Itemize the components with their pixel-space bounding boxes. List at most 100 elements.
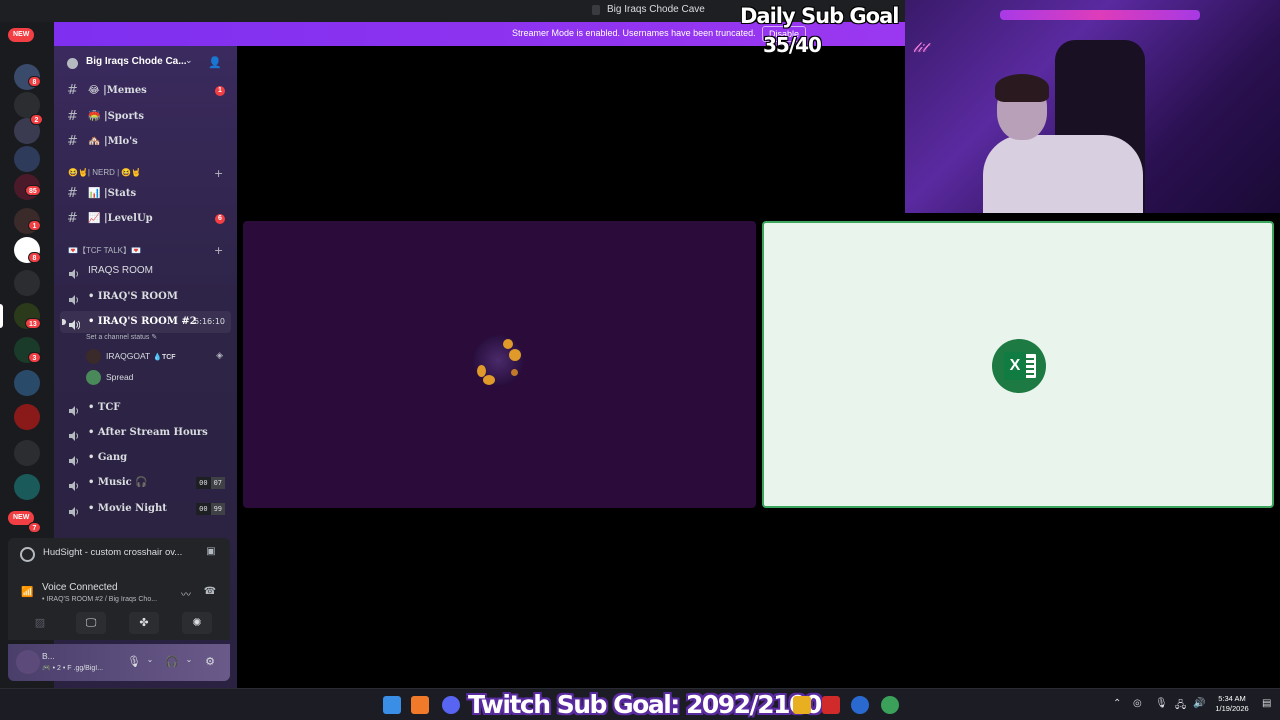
live-stream-icon: ◈: [216, 351, 223, 361]
activity-panel[interactable]: HudSight - custom crosshair ov... ▣: [8, 538, 230, 574]
microphone-icon[interactable]: 🎙: [126, 655, 142, 671]
avatar: [86, 349, 101, 364]
activity-name: HudSight - custom crosshair ov...: [43, 547, 183, 558]
activity-stream-icon[interactable]: ▣: [204, 546, 218, 560]
channel-emoji: 📈: [88, 213, 101, 224]
chevron-down-icon[interactable]: ⌄: [185, 56, 193, 66]
signal-icon[interactable]: 📶: [21, 587, 33, 598]
add-member-icon[interactable]: 👤: [208, 56, 222, 70]
discord-icon[interactable]: [442, 696, 460, 714]
voice-channel-iraqs-room[interactable]: IRAQS ROOM: [60, 260, 231, 282]
active-channel-indicator: [62, 319, 66, 325]
folder-icon[interactable]: [14, 440, 40, 466]
screen-share-tile[interactable]: X: [762, 221, 1274, 508]
server-mention-badge: 85: [25, 185, 41, 196]
chrome-icon[interactable]: [881, 696, 899, 714]
voice-username: IRAQGOAT 💧TCF: [106, 351, 176, 361]
channel-sports[interactable]: # 🏟️ |Sports: [60, 106, 231, 128]
server-mention-badge: 8: [28, 76, 41, 87]
guild-icon: [67, 58, 78, 69]
tray-mic-icon[interactable]: 🎙: [1155, 698, 1168, 709]
webcam-overlay: 𝓁𝒾𝓉: [905, 0, 1280, 213]
avatar-decoration: [511, 369, 518, 376]
guild-header[interactable]: Big Iraqs Chode Ca... ⌄ 👤: [54, 46, 237, 80]
active-server-indicator: [0, 304, 3, 328]
excel-icon: X: [992, 339, 1046, 393]
server-icon[interactable]: [14, 404, 40, 430]
text-channel-icon: #: [67, 109, 78, 124]
voice-status[interactable]: Voice Connected: [42, 582, 118, 593]
settings-gear-icon[interactable]: ⚙: [202, 655, 218, 671]
screen-share-icon[interactable]: 🖵: [76, 612, 106, 634]
server-icon[interactable]: [14, 270, 40, 296]
category-tcf-talk[interactable]: 💌【TCF TALK】💌: [68, 245, 141, 259]
voice-user[interactable]: IRAQGOAT 💧TCF ◈: [84, 348, 229, 366]
channel-stats[interactable]: # 📊 |Stats: [60, 183, 231, 205]
category-nerd[interactable]: 😆🤘| NERD | 😆🤘: [68, 168, 141, 182]
channel-label: • TCF: [88, 402, 121, 413]
user-avatar[interactable]: [16, 650, 40, 674]
participant-tile[interactable]: [243, 221, 756, 508]
volume-icon[interactable]: 🔊: [1193, 698, 1205, 709]
tray-overflow-icon[interactable]: ⌃: [1113, 698, 1121, 709]
camera-off-icon[interactable]: ▨: [25, 612, 55, 634]
chevron-down-icon[interactable]: ⌄: [181, 655, 197, 671]
server-icon[interactable]: [14, 370, 40, 396]
channel-label: • After Stream Hours: [88, 427, 208, 438]
speaker-icon: [68, 402, 80, 416]
notifications-icon[interactable]: ▤: [1262, 698, 1271, 709]
channel-label: • IRAQ'S ROOM #2: [88, 316, 197, 327]
voice-channel-tcf[interactable]: • TCF: [60, 397, 231, 419]
channel-mlos[interactable]: # 🏘️ |Mlo's: [60, 131, 231, 153]
app-icon[interactable]: [851, 696, 869, 714]
windows-start-icon[interactable]: [383, 696, 401, 714]
add-channel-icon[interactable]: +: [214, 167, 223, 180]
channel-label: |Mlo's: [103, 136, 138, 147]
user-count-limit: 99: [210, 503, 225, 515]
add-channel-icon[interactable]: +: [214, 244, 223, 257]
channel-label: |Memes: [103, 85, 147, 96]
soundboard-icon[interactable]: ✺: [182, 612, 212, 634]
activities-icon[interactable]: ✤: [129, 612, 159, 634]
channel-emoji: 🏟️: [88, 111, 101, 122]
network-icon[interactable]: 🖧: [1175, 698, 1186, 715]
channel-label: • Movie Night: [88, 503, 167, 514]
twitch-sub-goal: Twitch Sub Goal: 2092/2100: [468, 690, 822, 719]
voice-channel-music[interactable]: • Music 🎧 00 07: [60, 472, 231, 494]
voice-location[interactable]: • IRAQ'S ROOM #2 / Big Iraqs Cho...: [42, 596, 157, 603]
channel-name: 😂 |Memes: [88, 85, 147, 96]
tray-app-icon[interactable]: ◎: [1133, 698, 1142, 709]
channel-memes[interactable]: # 😂 |Memes 1: [60, 80, 231, 102]
chevron-down-icon[interactable]: ⌄: [142, 655, 158, 671]
voice-user[interactable]: Spread: [84, 369, 229, 387]
channel-label: |Sports: [103, 111, 144, 122]
app-icon[interactable]: [411, 696, 429, 714]
voice-channel-iraqs-room-2[interactable]: • IRAQ'S ROOM #2 5:16:10: [60, 311, 231, 333]
channel-status[interactable]: Set a channel status ✎: [86, 333, 157, 341]
voice-channel-after-stream[interactable]: • After Stream Hours: [60, 422, 231, 444]
voice-connection-panel: 📶 Voice Connected • IRAQ'S ROOM #2 / Big…: [8, 574, 230, 640]
led-strip: [1000, 10, 1200, 20]
voice-channel-gang[interactable]: • Gang: [60, 447, 231, 469]
noise-suppression-icon[interactable]: 〰: [178, 586, 194, 601]
server-icon[interactable]: [14, 146, 40, 172]
disconnect-icon[interactable]: ☎: [202, 586, 218, 600]
clock-time: 5:34 AM: [1218, 694, 1246, 703]
system-clock[interactable]: 5:34 AM 1/19/2026: [1212, 694, 1252, 714]
text-channel-icon: #: [67, 211, 78, 226]
channel-emoji: 😂: [88, 85, 100, 96]
text-channel-icon: #: [67, 134, 78, 149]
channel-levelup[interactable]: # 📈 |LevelUp 6: [60, 208, 231, 230]
user-name[interactable]: B...: [42, 651, 55, 661]
speaker-icon: [68, 427, 80, 441]
app-icon[interactable]: [822, 696, 840, 714]
participant-avatar: [473, 335, 529, 391]
channel-label: |Stats: [103, 188, 137, 199]
text-channel-icon: #: [67, 83, 78, 98]
new-badge: NEW: [8, 28, 35, 42]
server-icon[interactable]: [14, 474, 40, 500]
rockstar-icon[interactable]: [793, 696, 811, 714]
headphones-icon[interactable]: 🎧: [164, 655, 180, 671]
voice-channel-iraqs-room-dot[interactable]: • IRAQ'S ROOM: [60, 286, 231, 308]
voice-channel-movie-night[interactable]: • Movie Night 00 99: [60, 498, 231, 520]
